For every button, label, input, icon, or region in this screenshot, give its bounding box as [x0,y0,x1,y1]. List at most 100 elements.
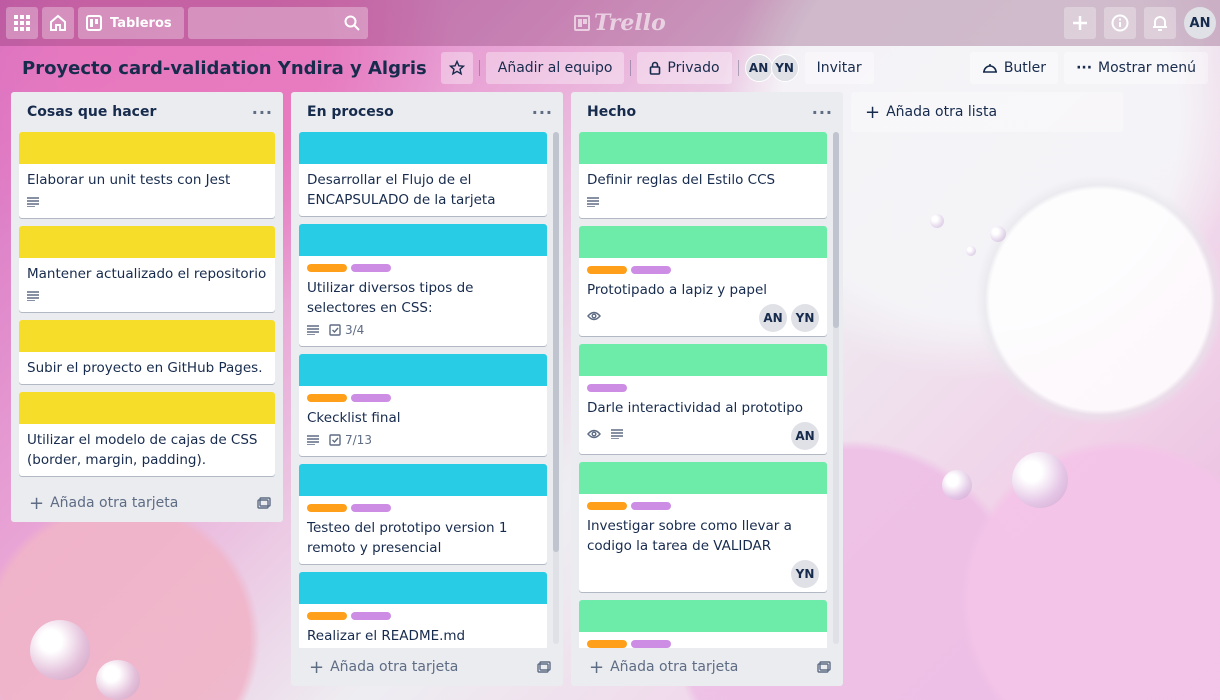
background-bubble [930,214,944,228]
background-bubble [990,226,1006,242]
create-button[interactable] [1064,7,1096,39]
template-icon[interactable] [537,661,551,673]
notifications-button[interactable] [1144,7,1176,39]
card[interactable]: Testeo del prototipo version 1 remoto y … [299,464,547,564]
card[interactable] [579,600,827,648]
background-bubble [942,470,972,500]
list-menu-icon[interactable]: ··· [812,103,833,122]
card-member-avatar[interactable]: AN [791,422,819,450]
card[interactable]: Realizar el README.md [299,572,547,648]
card-title: Realizar el README.md [307,628,466,644]
boards-button[interactable]: Tableros [78,7,184,39]
card[interactable]: Prototipado a lapiz y papel AN YN [579,226,827,336]
list-scrollbar[interactable] [833,132,839,644]
list-title[interactable]: En proceso [307,104,394,120]
trello-logo[interactable]: Trello [574,10,666,36]
divider [737,60,739,76]
list-menu-icon[interactable]: ··· [532,103,553,122]
background-bubble [966,246,976,256]
orange-label[interactable] [307,394,347,402]
card-cover [579,132,827,164]
card-cover [579,600,827,632]
card-cover [19,320,275,352]
privacy-button[interactable]: Privado [637,52,732,84]
board-title[interactable]: Proyecto card-validation Yndira y Algris [12,58,437,79]
card[interactable]: Elaborar un unit tests con Jest [19,132,275,218]
card-member-avatar[interactable]: YN [791,560,819,588]
trello-logo-text: Trello [594,10,666,36]
background-bubble [1012,452,1068,508]
description-icon [587,197,599,207]
purple-label[interactable] [587,384,627,392]
plus-icon: + [309,656,325,678]
add-card-button[interactable]: + Añada otra tarjeta [291,648,563,686]
list-menu-icon[interactable]: ··· [252,103,273,122]
card-cover [579,344,827,376]
card-cover [19,132,275,164]
star-button[interactable] [440,52,473,84]
user-avatar[interactable]: AN [1184,7,1216,39]
butler-button[interactable]: Butler [969,52,1059,84]
checkbox-icon [329,434,341,446]
invite-button[interactable]: Invitar [804,52,874,84]
card[interactable]: Darle interactividad al prototipo AN [579,344,827,454]
card-cover [299,354,547,386]
star-icon [448,60,465,76]
purple-label[interactable] [351,264,391,272]
purple-label[interactable] [631,502,671,510]
purple-label[interactable] [631,640,671,648]
description-icon [611,429,623,439]
purple-label[interactable] [631,266,671,274]
list-en-proceso: En proceso ··· Desarrollar el Flujo de e… [291,92,563,686]
search-icon [344,15,360,31]
checklist-badge: 3/4 [329,323,364,337]
card[interactable]: Desarrollar el Flujo de el ENCAPSULADO d… [299,132,547,216]
add-list-button[interactable]: + Añada otra lista [851,92,1123,132]
orange-label[interactable] [307,612,347,620]
card[interactable]: Definir reglas del Estilo CCS [579,132,827,218]
bell-icon [1153,16,1167,31]
checkbox-icon [329,324,341,336]
list-cosas-que-hacer: Cosas que hacer ··· Elaborar un unit tes… [11,92,283,522]
template-icon[interactable] [257,497,271,509]
apps-button[interactable] [6,7,38,39]
template-icon[interactable] [817,661,831,673]
apps-grid-icon [14,15,30,31]
board-members: AN YN [744,54,799,82]
list-title[interactable]: Cosas que hacer [27,104,156,120]
card[interactable]: Subir el proyecto en GitHub Pages. [19,320,275,384]
member-avatar[interactable]: AN [744,54,773,82]
member-avatar[interactable]: YN [770,54,799,82]
card-member-avatar[interactable]: YN [791,304,819,332]
add-card-button[interactable]: + Añada otra tarjeta [11,484,283,522]
plus-icon: + [589,656,605,678]
orange-label[interactable] [587,266,627,274]
card-member-avatar[interactable]: AN [759,304,787,332]
list-title[interactable]: Hecho [587,104,636,120]
orange-label[interactable] [587,640,627,648]
card-title: Desarrollar el Flujo de el ENCAPSULADO d… [307,172,496,208]
card[interactable]: Mantener actualizado el repositorio [19,226,275,312]
list-scrollbar[interactable] [553,132,559,644]
card[interactable]: Utilizar el modelo de cajas de CSS (bord… [19,392,275,476]
card[interactable]: Ckecklist final 7/13 [299,354,547,456]
add-card-button[interactable]: + Añada otra tarjeta [571,648,843,686]
info-button[interactable] [1104,7,1136,39]
card[interactable]: Investigar sobre como llevar a codigo la… [579,462,827,592]
orange-label[interactable] [587,502,627,510]
add-to-team-button[interactable]: Añadir al equipo [485,52,625,84]
card-cover [299,464,547,496]
show-menu-button[interactable]: ··· Mostrar menú [1064,52,1208,84]
orange-label[interactable] [307,504,347,512]
home-button[interactable] [42,7,74,39]
purple-label[interactable] [351,394,391,402]
eye-icon [587,311,601,321]
show-menu-label: Mostrar menú [1098,60,1196,76]
orange-label[interactable] [307,264,347,272]
search-input[interactable] [187,7,368,39]
description-icon [307,325,319,335]
card[interactable]: Utilizar diversos tipos de selectores en… [299,224,547,346]
purple-label[interactable] [351,504,391,512]
purple-label[interactable] [351,612,391,620]
background-bubble [30,620,90,680]
